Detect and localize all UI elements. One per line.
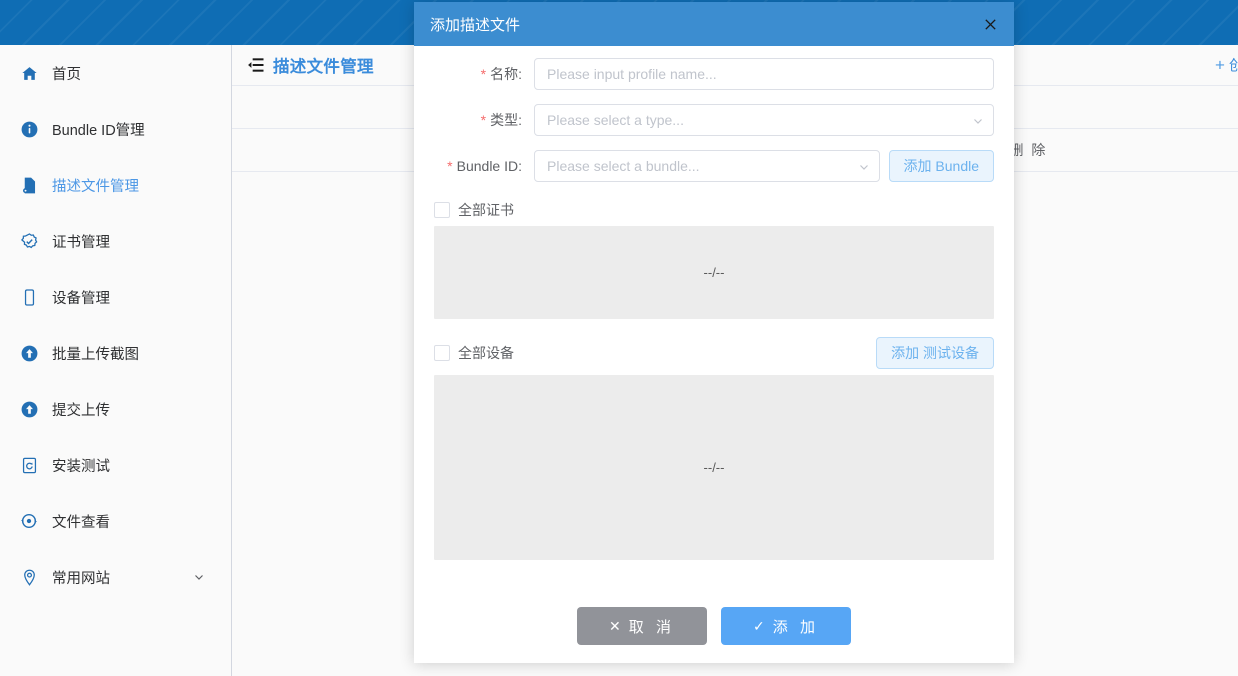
type-label: *类型: xyxy=(434,110,534,130)
close-icon[interactable] xyxy=(978,12,1002,36)
check-icon: ✓ xyxy=(753,618,765,635)
confirm-add-button[interactable]: ✓ 添 加 xyxy=(721,607,851,645)
checkbox-box xyxy=(434,202,450,218)
required-marker: * xyxy=(481,66,486,82)
name-label-text: 名称: xyxy=(490,66,522,82)
type-label-text: 类型: xyxy=(490,112,522,128)
all-certificates-checkbox[interactable]: 全部证书 xyxy=(434,200,514,220)
all-certificates-row: 全部证书 xyxy=(434,200,994,220)
profile-name-input[interactable] xyxy=(534,58,994,90)
dialog-title: 添加描述文件 xyxy=(430,14,520,35)
cancel-button-label: 取 消 xyxy=(629,616,675,637)
app-root: 首页 Bundle ID管理 描述文件管理 证书管理 设备管理 xyxy=(0,0,1238,676)
dialog-footer: ✕ 取 消 ✓ 添 加 xyxy=(414,593,1014,663)
certificates-empty-text: --/-- xyxy=(704,265,725,280)
add-bundle-button[interactable]: 添加 Bundle xyxy=(889,150,994,182)
all-devices-label: 全部设备 xyxy=(458,343,514,363)
all-devices-checkbox[interactable]: 全部设备 xyxy=(434,343,514,363)
bundle-id-select-placeholder: Please select a bundle... xyxy=(547,158,700,174)
checkbox-box xyxy=(434,345,450,361)
cancel-button[interactable]: ✕ 取 消 xyxy=(577,607,707,645)
dialog-body: *名称: *类型: Please select a type... xyxy=(414,46,1014,593)
dialog-header: 添加描述文件 xyxy=(414,2,1014,46)
add-test-device-button[interactable]: 添加 测试设备 xyxy=(876,337,994,369)
bundle-id-label-text: Bundle ID: xyxy=(457,158,522,174)
certificates-list-placeholder: --/-- xyxy=(434,226,994,319)
devices-empty-text: --/-- xyxy=(704,460,725,475)
type-select-placeholder: Please select a type... xyxy=(547,112,684,128)
x-icon: ✕ xyxy=(609,618,621,635)
required-marker: * xyxy=(447,158,452,174)
bundle-id-select[interactable]: Please select a bundle... xyxy=(534,150,880,182)
bundle-id-label: * Bundle ID: xyxy=(434,158,534,174)
all-certificates-label: 全部证书 xyxy=(458,200,514,220)
type-select[interactable]: Please select a type... xyxy=(534,104,994,136)
form-row-bundle-id: * Bundle ID: Please select a bundle... 添加… xyxy=(434,150,994,182)
form-row-type: *类型: Please select a type... xyxy=(434,104,994,136)
confirm-add-button-label: 添 加 xyxy=(773,616,819,637)
form-row-name: *名称: xyxy=(434,58,994,90)
all-devices-row: 全部设备 添加 测试设备 xyxy=(434,337,994,369)
name-label: *名称: xyxy=(434,64,534,84)
required-marker: * xyxy=(481,112,486,128)
add-profile-dialog: 添加描述文件 *名称: *类型: xyxy=(414,2,1014,663)
devices-list-placeholder: --/-- xyxy=(434,375,994,560)
